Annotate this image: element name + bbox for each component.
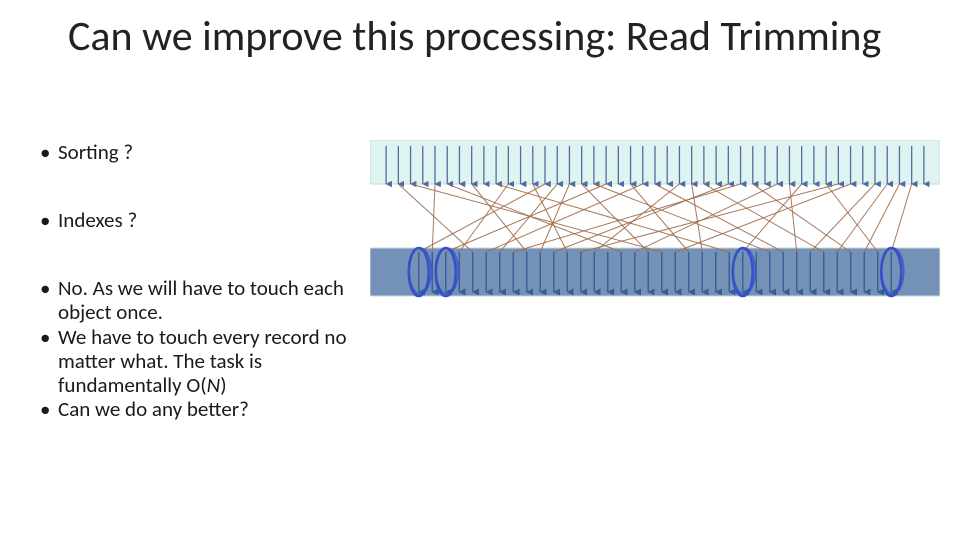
- bullet-better: Can we do any better?: [40, 397, 360, 421]
- bullet-on-N: N: [207, 372, 221, 398]
- slide-title: Can we improve this processing: Read Tri…: [68, 14, 888, 60]
- bullet-list: Sorting ? Indexes ? No. As we will have …: [40, 140, 360, 421]
- bullet-sorting: Sorting ?: [40, 140, 360, 164]
- bullet-on-text-a: We have to touch every record no matter …: [58, 324, 347, 398]
- bullet-indexes: Indexes ?: [40, 208, 360, 232]
- bullet-no: No. As we will have to touch each object…: [40, 276, 360, 324]
- bullet-on: We have to touch every record no matter …: [40, 325, 360, 397]
- bullet-on-text-b: ): [220, 372, 226, 398]
- mapping-diagram: [370, 140, 940, 340]
